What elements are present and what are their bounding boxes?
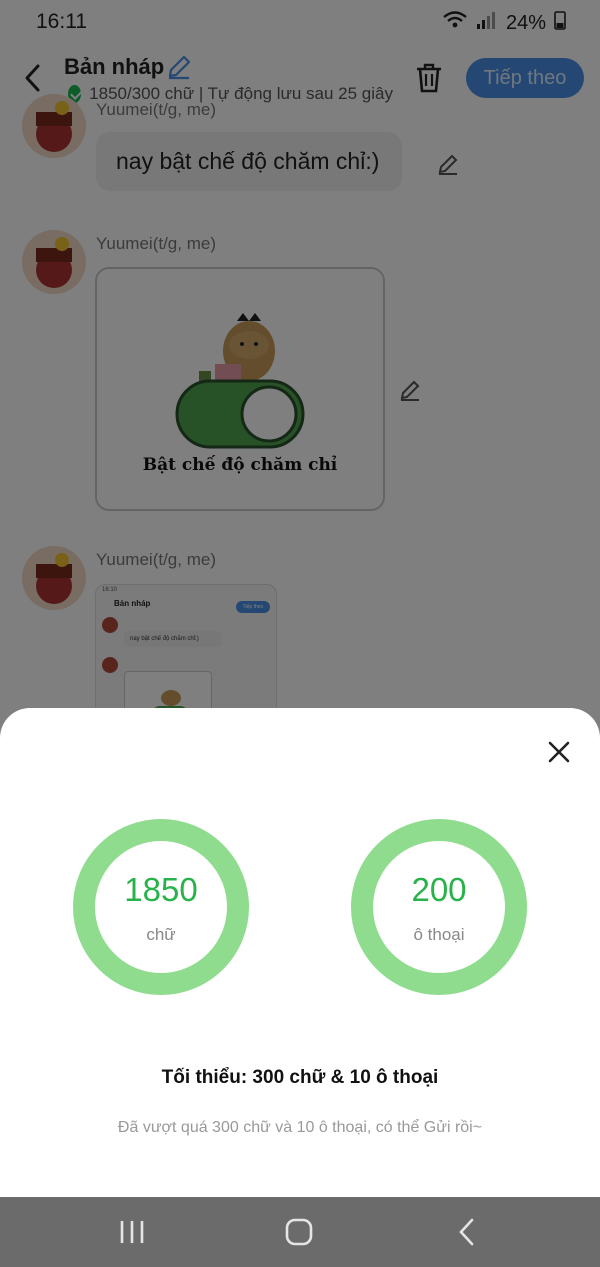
- submit-hint: Đã vượt quá 300 chữ và 10 ô thoại, có th…: [117, 1119, 483, 1136]
- home-button[interactable]: [284, 1217, 314, 1252]
- nav-back-button[interactable]: [456, 1217, 478, 1252]
- minimum-requirement: Tối thiểu: 300 chữ & 10 ô thoại: [161, 1067, 439, 1088]
- word-count-ring: 1850 chữ: [73, 819, 249, 995]
- word-count-value: 1850: [124, 871, 198, 908]
- chat-editor-screen: 16:11 24% Bản nháp 1850/300 chữ | Tự độn…: [0, 0, 600, 1267]
- home-icon: [285, 1218, 313, 1246]
- bubble-count-ring: 200 ô thoại: [351, 819, 527, 995]
- chevron-left-icon: [459, 1218, 474, 1246]
- word-count-sheet: 1850 chữ 200 ô thoại Tối thiểu: 300 chữ …: [0, 708, 600, 1197]
- bubble-count-value: 200: [411, 871, 467, 908]
- close-button[interactable]: [545, 738, 573, 766]
- bubble-count-unit: ô thoại: [413, 925, 465, 944]
- close-icon: [548, 741, 570, 763]
- recent-apps-button[interactable]: [118, 1217, 146, 1252]
- system-nav-bar: [0, 1197, 600, 1267]
- word-count-unit: chữ: [146, 925, 176, 944]
- recent-apps-icon: [120, 1221, 144, 1243]
